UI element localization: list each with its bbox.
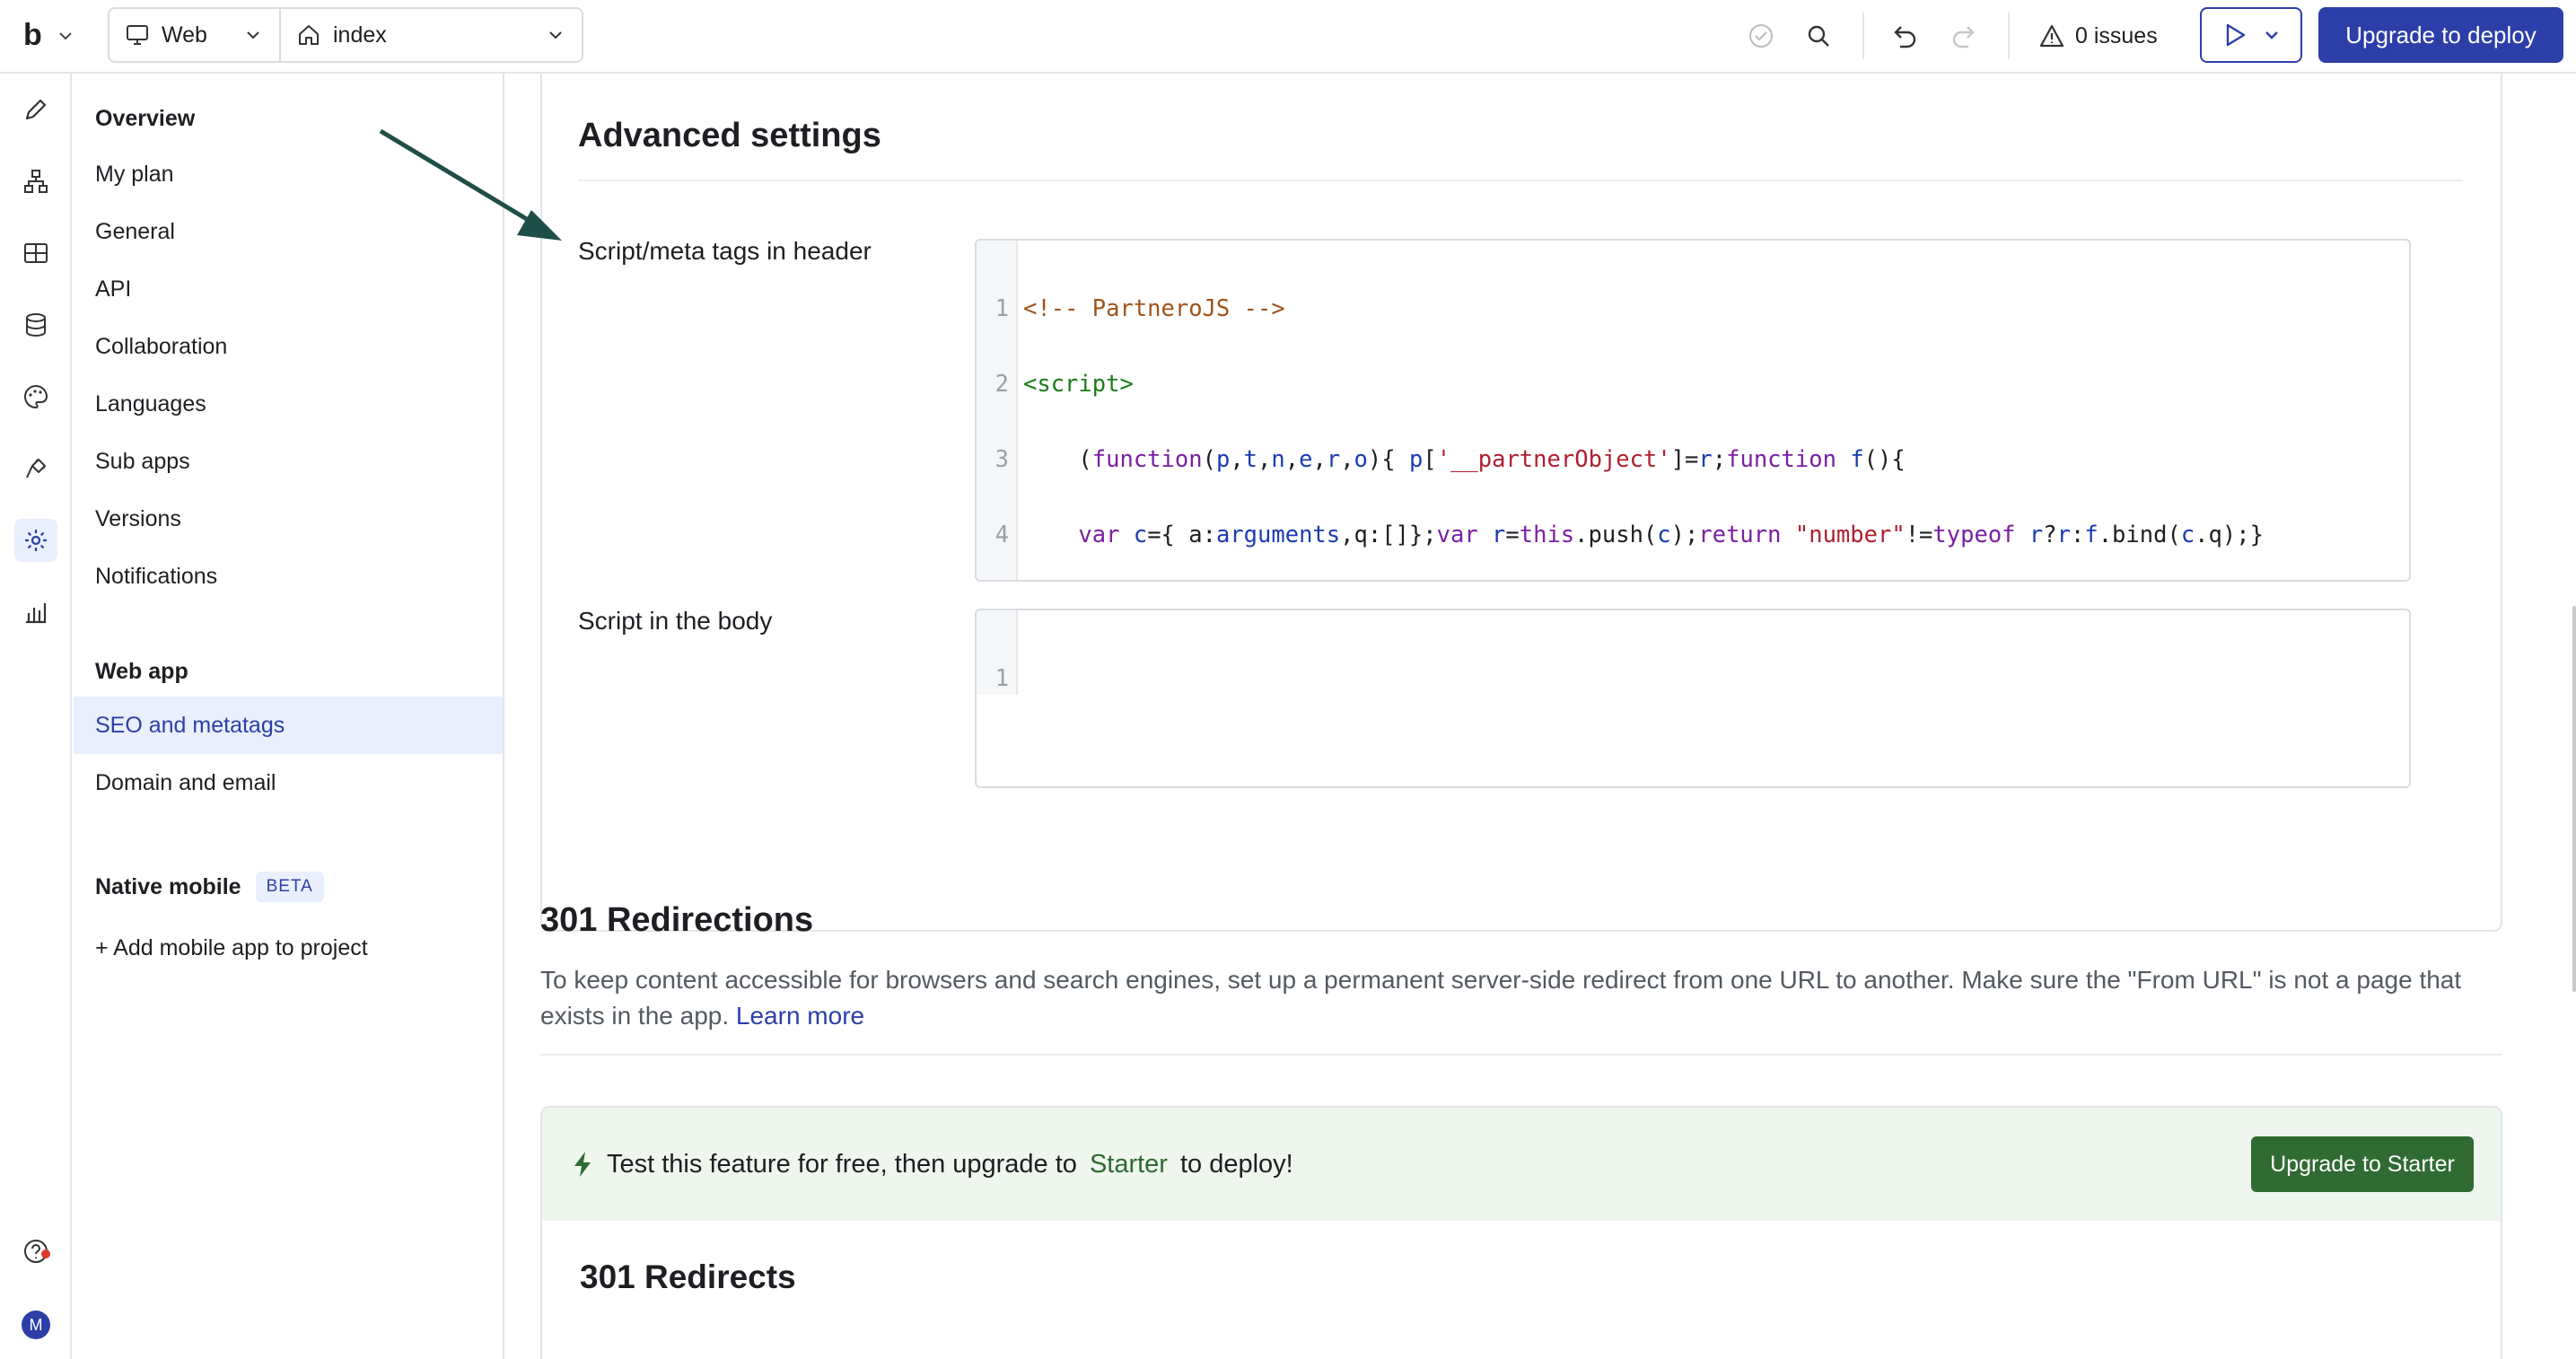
nav-heading-native-mobile: Native mobile BETA: [74, 858, 503, 916]
upgrade-text-before: Test this feature for free, then upgrade…: [607, 1149, 1077, 1179]
redo-icon[interactable]: [1948, 20, 1980, 52]
line-number: 4: [994, 522, 1009, 548]
nav-item-overview[interactable]: Overview: [74, 90, 503, 147]
divider: [578, 180, 2463, 181]
starter-plan-link[interactable]: Starter: [1090, 1150, 1168, 1179]
divider: [540, 1054, 2502, 1056]
line-number: 2: [994, 371, 1009, 398]
analytics-chart-icon[interactable]: [14, 591, 57, 634]
line-number: 1: [994, 665, 1009, 692]
nav-heading-web-app: Web app: [95, 658, 188, 684]
nav-item-seo-metatags[interactable]: SEO and metatags: [74, 697, 503, 754]
beta-badge: BETA: [255, 872, 324, 902]
issues-label: 0 issues: [2075, 22, 2158, 48]
database-icon[interactable]: [14, 303, 57, 346]
play-icon: [2226, 23, 2245, 47]
line-number: 3: [994, 446, 1009, 473]
nav-item-sub-apps[interactable]: Sub apps: [74, 433, 503, 490]
platform-selector[interactable]: Web: [108, 7, 281, 63]
settings-nav: Overview My plan General API Collaborati…: [74, 74, 504, 1359]
advanced-settings-title: Advanced settings: [578, 117, 881, 154]
divider: [2008, 13, 2010, 59]
help-question-icon[interactable]: [14, 1230, 57, 1273]
native-mobile-label: Native mobile: [95, 873, 241, 899]
page-label: index: [333, 22, 387, 48]
nav-item-collaboration[interactable]: Collaboration: [74, 318, 503, 375]
scrollbar-thumb[interactable]: [2572, 606, 2576, 992]
learn-more-link[interactable]: Learn more: [736, 1002, 864, 1030]
chevron-down-icon: [549, 31, 562, 39]
upgrade-text-after: to deploy!: [1179, 1149, 1293, 1179]
header-script-label: Script/meta tags in header: [578, 237, 872, 265]
body-script-label: Script in the body: [578, 607, 773, 635]
nav-item-notifications[interactable]: Notifications: [74, 548, 503, 605]
avatar[interactable]: M: [22, 1311, 50, 1339]
issues-indicator[interactable]: 0 issues: [2039, 18, 2158, 54]
nav-item-api[interactable]: API: [74, 260, 503, 318]
nav-item-languages[interactable]: Languages: [74, 375, 503, 433]
chevron-down-icon: [59, 31, 72, 39]
nav-item-versions[interactable]: Versions: [74, 490, 503, 548]
chevron-down-icon: [2265, 31, 2278, 39]
body-script-editor[interactable]: 1: [975, 609, 2411, 788]
palette-icon[interactable]: [14, 375, 57, 418]
nav-item-my-plan[interactable]: My plan: [74, 145, 503, 203]
search-icon[interactable]: [1802, 20, 1835, 52]
workflow-icon[interactable]: [14, 160, 57, 203]
design-pencil-icon[interactable]: [14, 88, 57, 131]
redirections-title: 301 Redirections: [540, 901, 814, 939]
plugin-icon[interactable]: [14, 447, 57, 490]
monitor-icon: [127, 25, 148, 45]
add-mobile-app-link[interactable]: + Add mobile app to project: [74, 919, 503, 977]
warning-icon: [2039, 24, 2064, 48]
header-script-editor[interactable]: 1 <!-- PartneroJS --> 2 <script> 3 (functi…: [975, 239, 2411, 582]
redirections-description: To keep content accessible for browsers …: [540, 962, 2515, 1034]
line-number: 1: [994, 295, 1009, 322]
upgrade-banner: Test this feature for free, then upgrade…: [542, 1108, 2501, 1221]
lightning-icon: [574, 1152, 591, 1177]
chevron-down-icon: [247, 31, 259, 39]
main-content: Advanced settings Script/meta tags in he…: [506, 74, 2576, 1359]
header-script-code: 1 <!-- PartneroJS --> 2 <script> 3 (functi…: [977, 246, 2264, 580]
nav-item-domain-email[interactable]: Domain and email: [74, 754, 503, 811]
data-table-icon[interactable]: [14, 232, 57, 275]
notification-dot: [41, 1249, 50, 1258]
preview-run-button[interactable]: [2200, 7, 2302, 63]
home-icon: [299, 25, 319, 45]
app-logo-menu[interactable]: b: [23, 18, 73, 53]
upgrade-to-deploy-button[interactable]: Upgrade to deploy: [2318, 7, 2563, 63]
page-selector[interactable]: index: [279, 7, 583, 63]
settings-gear-icon[interactable]: [14, 519, 57, 562]
bubble-logo: b: [23, 18, 42, 52]
check-circle-icon[interactable]: [1745, 20, 1777, 52]
redirects-upgrade-card: Test this feature for free, then upgrade…: [540, 1106, 2502, 1359]
platform-label: Web: [162, 22, 207, 48]
nav-item-general[interactable]: General: [74, 203, 503, 260]
body-script-code: 1: [977, 616, 1059, 741]
left-icon-rail: M: [0, 74, 72, 1359]
upgrade-to-starter-button[interactable]: Upgrade to Starter: [2251, 1136, 2474, 1192]
top-bar: b Web index 0 issues Upgrade to deploy: [0, 0, 2576, 74]
divider: [1862, 13, 1864, 59]
redirects-title: 301 Redirects: [580, 1258, 796, 1295]
undo-icon[interactable]: [1888, 20, 1921, 52]
